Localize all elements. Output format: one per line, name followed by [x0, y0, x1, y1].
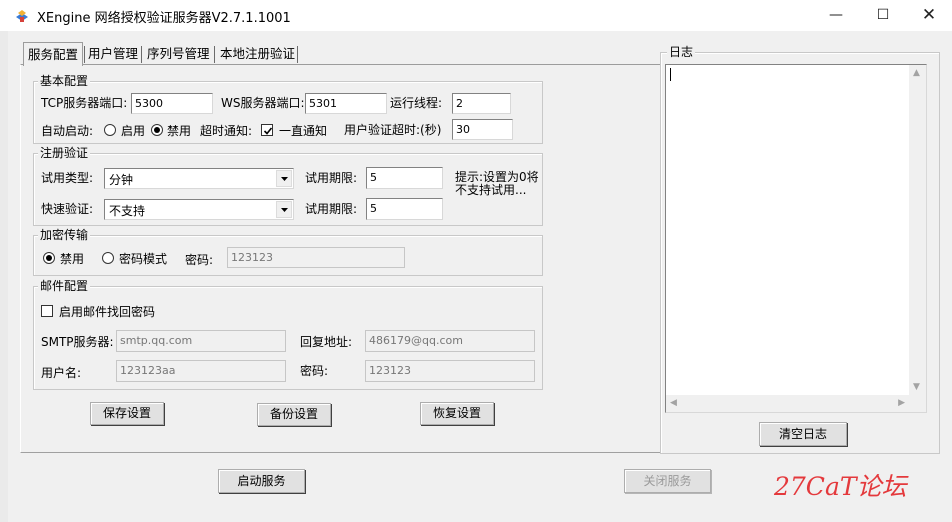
encrypt-password-mode-label[interactable]: 密码模式 [119, 251, 167, 267]
autostart-label: 自动启动: [41, 124, 94, 138]
scroll-down-icon[interactable]: ▼ [913, 383, 920, 392]
minimize-button[interactable]: — [813, 0, 859, 31]
tcp-port-label: TCP服务器端口: [41, 96, 128, 110]
watermark-text: 27CaT论坛 [774, 472, 907, 501]
encrypt-disable-label[interactable]: 禁用 [60, 251, 84, 267]
autostart-disable-radio[interactable] [151, 124, 163, 136]
ws-port-label: WS服务器端口: [221, 96, 305, 110]
text-caret [670, 68, 671, 81]
quick-verify-select[interactable]: 不支持 [104, 199, 294, 220]
log-horizontal-scrollbar[interactable]: ◀ ▶ [666, 395, 909, 412]
chevron-down-icon [281, 208, 288, 212]
quick-verify-value: 不支持 [109, 204, 146, 218]
log-label: 日志 [667, 45, 696, 59]
clear-log-button[interactable]: 清空日志 [759, 422, 847, 446]
restore-settings-button[interactable]: 恢复设置 [420, 402, 494, 425]
user-timeout-input[interactable]: 30 [452, 119, 513, 140]
tab-service-config[interactable]: 服务配置 [23, 42, 84, 66]
autostart-enable-radio[interactable] [104, 124, 116, 136]
tab-separator [297, 46, 298, 63]
background-window-edge [0, 31, 8, 522]
maximize-button[interactable]: ☐ [860, 0, 906, 31]
mail-password-label: 密码: [300, 364, 329, 378]
user-timeout-label: 用户验证超时:(秒) [344, 123, 442, 137]
timeout-notify-checkbox[interactable] [261, 124, 273, 136]
quick-verify-label: 快速验证: [41, 202, 94, 216]
encrypt-password-radio[interactable] [102, 252, 114, 264]
encrypt-label: 加密传输 [38, 228, 91, 242]
mail-config-label: 邮件配置 [38, 279, 91, 293]
tab-user-management[interactable]: 用户管理 [84, 43, 142, 65]
scroll-right-icon[interactable]: ▶ [898, 399, 905, 408]
mail-password-input[interactable]: 123123 [365, 360, 535, 382]
checkmark-icon [263, 127, 273, 135]
timeout-notify-label: 超时通知: [200, 124, 253, 138]
trial-type-label: 试用类型: [41, 171, 94, 185]
tab-serial-management[interactable]: 序列号管理 [143, 43, 214, 65]
autostart-disable-label[interactable]: 禁用 [167, 123, 191, 139]
scroll-left-icon[interactable]: ◀ [670, 399, 677, 408]
smtp-input[interactable]: smtp.qq.com [116, 330, 286, 352]
trial-type-value: 分钟 [109, 173, 134, 187]
ws-port-input[interactable]: 5301 [305, 93, 387, 114]
scroll-up-icon[interactable]: ▲ [913, 69, 920, 78]
quick-period-label: 试用期限: [305, 202, 358, 216]
close-button[interactable]: ✕ [906, 0, 952, 31]
trial-hint-line2: 不支持试用... [455, 183, 527, 197]
register-verify-label: 注册验证 [38, 146, 91, 160]
trial-type-select[interactable]: 分钟 [104, 168, 294, 189]
app-logo-icon [16, 10, 28, 22]
tab-separator [141, 46, 142, 63]
start-service-button[interactable]: 启动服务 [218, 469, 305, 493]
trial-period-input[interactable]: 5 [366, 167, 443, 189]
encrypt-password-label: 密码: [185, 253, 214, 267]
trial-type-dropdown-button[interactable] [276, 170, 292, 187]
reply-address-input[interactable]: 486179@qq.com [365, 330, 535, 352]
log-textarea[interactable]: ▲ ▼ ◀ ▶ [665, 64, 927, 413]
log-vertical-scrollbar[interactable]: ▲ ▼ [909, 65, 926, 396]
mail-enable-label[interactable]: 启用邮件找回密码 [59, 304, 155, 320]
smtp-label: SMTP服务器: [41, 335, 114, 349]
trial-period-label: 试用期限: [305, 171, 358, 185]
quick-period-input[interactable]: 5 [366, 198, 443, 220]
save-settings-button[interactable]: 保存设置 [90, 402, 164, 425]
tab-local-register[interactable]: 本地注册验证 [216, 43, 299, 65]
quick-verify-dropdown-button[interactable] [276, 201, 292, 218]
tcp-port-input[interactable]: 5300 [131, 93, 213, 114]
encrypt-password-input[interactable]: 123123 [227, 247, 405, 268]
threads-input[interactable]: 2 [452, 93, 511, 114]
backup-settings-button[interactable]: 备份设置 [257, 403, 331, 426]
autostart-enable-label[interactable]: 启用 [121, 123, 145, 139]
threads-label: 运行线程: [390, 96, 443, 110]
basic-config-label: 基本配置 [38, 74, 91, 88]
stop-service-button[interactable]: 关闭服务 [624, 469, 711, 493]
timeout-notify-option-label[interactable]: 一直通知 [279, 123, 327, 139]
scrollbar-corner [909, 395, 926, 412]
encrypt-disable-radio[interactable] [43, 252, 55, 264]
title-bar[interactable]: XEngine 网络授权验证服务器V2.7.1.1001 — ☐ ✕ [0, 0, 952, 31]
tab-separator [214, 46, 215, 63]
reply-address-label: 回复地址: [300, 335, 353, 349]
window-title: XEngine 网络授权验证服务器V2.7.1.1001 [37, 11, 291, 26]
mail-enable-checkbox[interactable] [41, 305, 53, 317]
mail-user-label: 用户名: [41, 366, 82, 380]
chevron-down-icon [281, 177, 288, 181]
mail-user-input[interactable]: 123123aa [116, 360, 286, 382]
